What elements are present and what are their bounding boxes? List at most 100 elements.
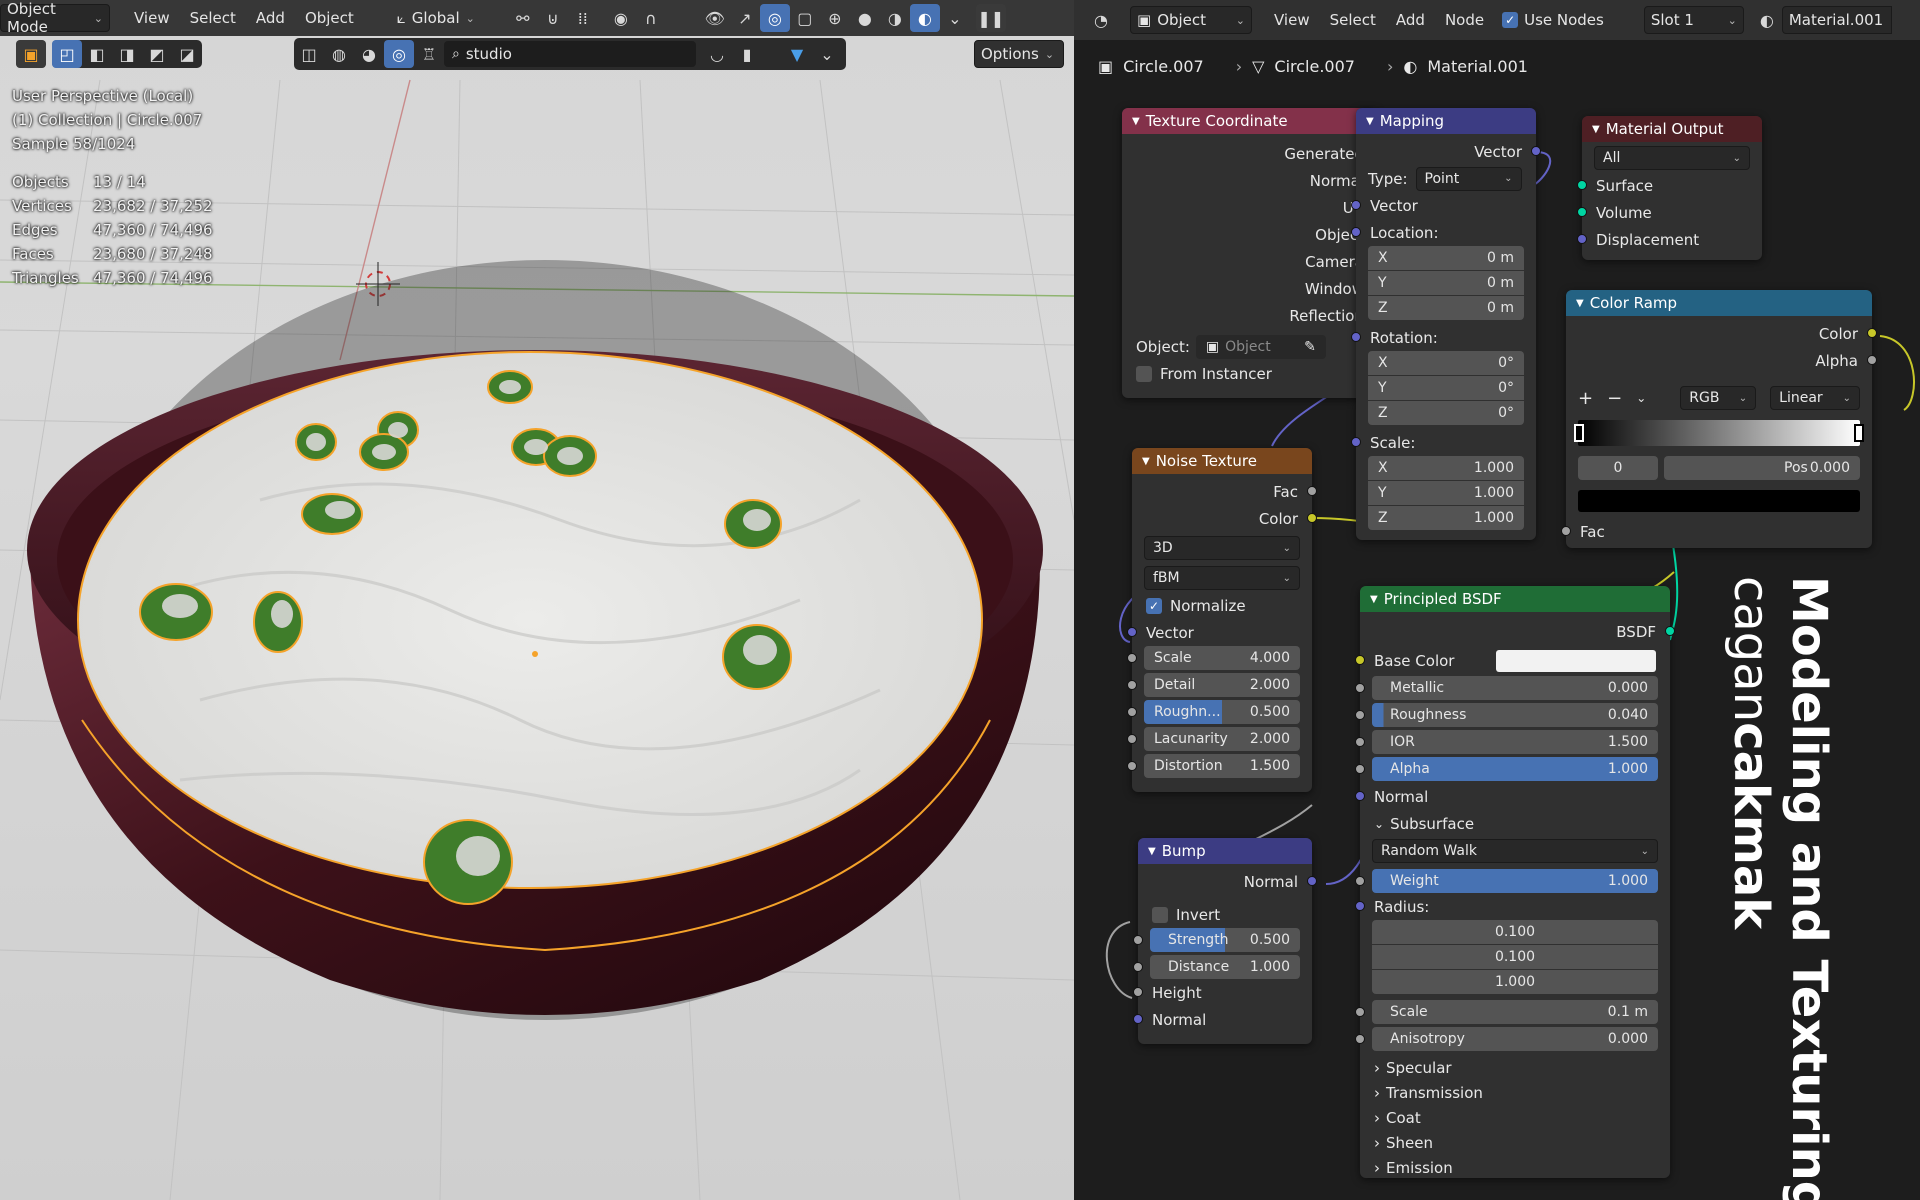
sphere-icon[interactable]: ◍ — [324, 40, 354, 68]
socket-icon[interactable] — [1355, 1034, 1365, 1044]
gizmo-icon[interactable]: ↗ — [730, 4, 760, 32]
socket-icon[interactable] — [1351, 200, 1361, 210]
socket-icon[interactable] — [1127, 653, 1137, 663]
type-dropdown[interactable]: Point ⌄ — [1415, 166, 1522, 191]
node-header[interactable]: ▼ Mapping — [1356, 108, 1536, 134]
pause-render-icon[interactable]: ❚❚ — [975, 4, 1006, 32]
select-extend-icon[interactable]: ◧ — [82, 40, 112, 68]
socket-icon[interactable] — [1355, 791, 1365, 801]
world-icon[interactable]: ◫ — [294, 40, 324, 68]
node-principled-bsdf[interactable]: ▼ Principled BSDF BSDF Base Color Metalli… — [1355, 586, 1675, 1178]
distance-field[interactable]: Distance 1.000 — [1133, 955, 1300, 979]
filter-icon[interactable]: ▼ — [782, 40, 812, 68]
radius-z-field[interactable]: 1.000 — [1372, 970, 1658, 994]
node-header[interactable]: ▼ Texture Coordinate — [1122, 108, 1378, 134]
hdri-search-field[interactable]: ⌕ studio — [444, 41, 696, 67]
stop-index-field[interactable]: 0 — [1578, 456, 1658, 480]
select-invert-icon[interactable]: ◩ — [142, 40, 172, 68]
solid-shading-icon[interactable]: ● — [850, 4, 880, 32]
collapse-chevron-icon[interactable]: ▼ — [1132, 116, 1140, 127]
menu-node[interactable]: Node — [1435, 11, 1494, 29]
panel-specular[interactable]: › Specular — [1360, 1055, 1670, 1080]
subsurface-panel-header[interactable]: ⌄ Subsurface — [1360, 810, 1670, 837]
editor-type-icon[interactable]: ◔ — [1086, 6, 1116, 34]
node-noise-texture[interactable]: ▼ Noise Texture Fac Color 3D ⌄ fBM ⌄ ✓ Norm… — [1127, 448, 1317, 792]
select-tool-icon[interactable]: ▣ — [16, 40, 46, 68]
collapse-chevron-icon[interactable]: ▼ — [1576, 298, 1584, 309]
lamp-icon[interactable]: ♖ — [414, 40, 444, 68]
socket-icon[interactable] — [1307, 513, 1317, 523]
panel-sheen[interactable]: › Sheen — [1360, 1130, 1670, 1155]
socket-icon[interactable] — [1561, 526, 1571, 536]
falloff-icon[interactable]: ∩ — [636, 4, 666, 32]
select-subtract-icon[interactable]: ◨ — [112, 40, 142, 68]
rotation-z-field[interactable]: Z 0° — [1368, 401, 1524, 425]
roughness-field[interactable]: Roughness 0.040 — [1355, 703, 1658, 727]
ramp-stop-white[interactable] — [1854, 424, 1864, 442]
socket-icon[interactable] — [1355, 737, 1365, 747]
socket-icon[interactable] — [1307, 486, 1317, 496]
collapse-chevron-icon[interactable]: ▼ — [1370, 594, 1378, 605]
options-dropdown[interactable]: Options ⌄ — [974, 40, 1064, 68]
node-header[interactable]: ▼ Color Ramp — [1566, 290, 1872, 316]
detail-field[interactable]: Detail 2.000 — [1127, 673, 1300, 697]
add-stop-button[interactable]: + — [1578, 388, 1593, 409]
menu-select[interactable]: Select — [1320, 11, 1386, 29]
from-instancer-checkbox[interactable] — [1136, 365, 1152, 382]
ramp-gradient[interactable] — [1574, 420, 1864, 446]
chevron-down-icon[interactable]: ⌄ — [812, 40, 842, 68]
socket-icon[interactable] — [1355, 655, 1365, 665]
menu-object[interactable]: Object — [295, 9, 364, 27]
link-icon[interactable]: ◡ — [702, 40, 732, 68]
select-intersect-icon[interactable]: ◪ — [172, 40, 202, 68]
material-shading-icon[interactable]: ◑ — [880, 4, 910, 32]
visibility-icon[interactable]: 👁 — [700, 4, 730, 32]
shader-type-dropdown[interactable]: ▣ Object ⌄ — [1130, 6, 1252, 34]
node-header[interactable]: ▼ Bump — [1138, 838, 1312, 864]
socket-icon[interactable] — [1577, 180, 1587, 190]
socket-icon[interactable] — [1127, 627, 1137, 637]
proportional-edit-icon[interactable]: ◉ — [606, 4, 636, 32]
3d-viewport[interactable]: Object Mode ⌄ View Select Add Object ⟀ Glo… — [0, 0, 1074, 1200]
mode-dropdown[interactable]: Object Mode ⌄ — [0, 0, 110, 36]
bookmark-icon[interactable]: ▮ — [732, 40, 762, 68]
socket-icon[interactable] — [1127, 734, 1137, 744]
node-header[interactable]: ▼ Principled BSDF — [1360, 586, 1670, 612]
menu-add[interactable]: Add — [1386, 11, 1435, 29]
socket-icon[interactable] — [1351, 227, 1361, 237]
socket-icon[interactable] — [1307, 876, 1317, 886]
node-header[interactable]: ▼ Noise Texture — [1132, 448, 1312, 474]
socket-icon[interactable] — [1127, 707, 1137, 717]
strength-field[interactable]: Strength 0.500 — [1133, 928, 1300, 952]
socket-icon[interactable] — [1127, 680, 1137, 690]
socket-icon[interactable] — [1133, 987, 1143, 997]
eyedropper-icon[interactable]: ✎ — [1304, 339, 1316, 355]
radius-y-field[interactable]: 0.100 — [1372, 945, 1658, 969]
roughness-field[interactable]: Roughn... 0.500 — [1127, 700, 1300, 724]
menu-add[interactable]: Add — [246, 9, 295, 27]
socket-icon[interactable] — [1355, 764, 1365, 774]
select-new-icon[interactable]: ◰ — [52, 40, 82, 68]
socket-icon[interactable] — [1867, 355, 1877, 365]
ior-field[interactable]: IOR 1.500 — [1355, 730, 1658, 754]
alpha-field[interactable]: Alpha 1.000 — [1355, 757, 1658, 781]
node-color-ramp[interactable]: ▼ Color Ramp Color Alpha + − ⌄ RGB ⌄ Linea… — [1561, 290, 1877, 548]
distortion-field[interactable]: Distortion 1.500 — [1127, 754, 1300, 778]
socket-icon[interactable] — [1351, 437, 1361, 447]
menu-view[interactable]: View — [124, 9, 180, 27]
wireframe-shading-icon[interactable]: ⊕ — [820, 4, 850, 32]
shading-options-icon[interactable]: ⌄ — [940, 4, 970, 32]
node-mapping[interactable]: ▼ Mapping Vector Type: Point ⌄ Vector Loca… — [1351, 108, 1541, 540]
socket-icon[interactable] — [1355, 683, 1365, 693]
panel-coat[interactable]: › Coat — [1360, 1105, 1670, 1130]
noise-type-dropdown[interactable]: fBM ⌄ — [1144, 566, 1300, 590]
rotation-x-field[interactable]: X 0° — [1368, 351, 1524, 375]
interpolation-dropdown[interactable]: Linear ⌄ — [1770, 386, 1860, 410]
socket-icon[interactable] — [1867, 328, 1877, 338]
socket-icon[interactable] — [1133, 962, 1143, 972]
scale-z-field[interactable]: Z 1.000 — [1368, 506, 1524, 530]
transform-orientation-dropdown[interactable]: ⟀ Global ⌄ — [390, 4, 498, 32]
socket-icon[interactable] — [1133, 1014, 1143, 1024]
slot-dropdown[interactable]: Slot 1 ⌄ — [1643, 6, 1744, 34]
chevron-down-icon[interactable]: ⌄ — [1636, 391, 1646, 405]
